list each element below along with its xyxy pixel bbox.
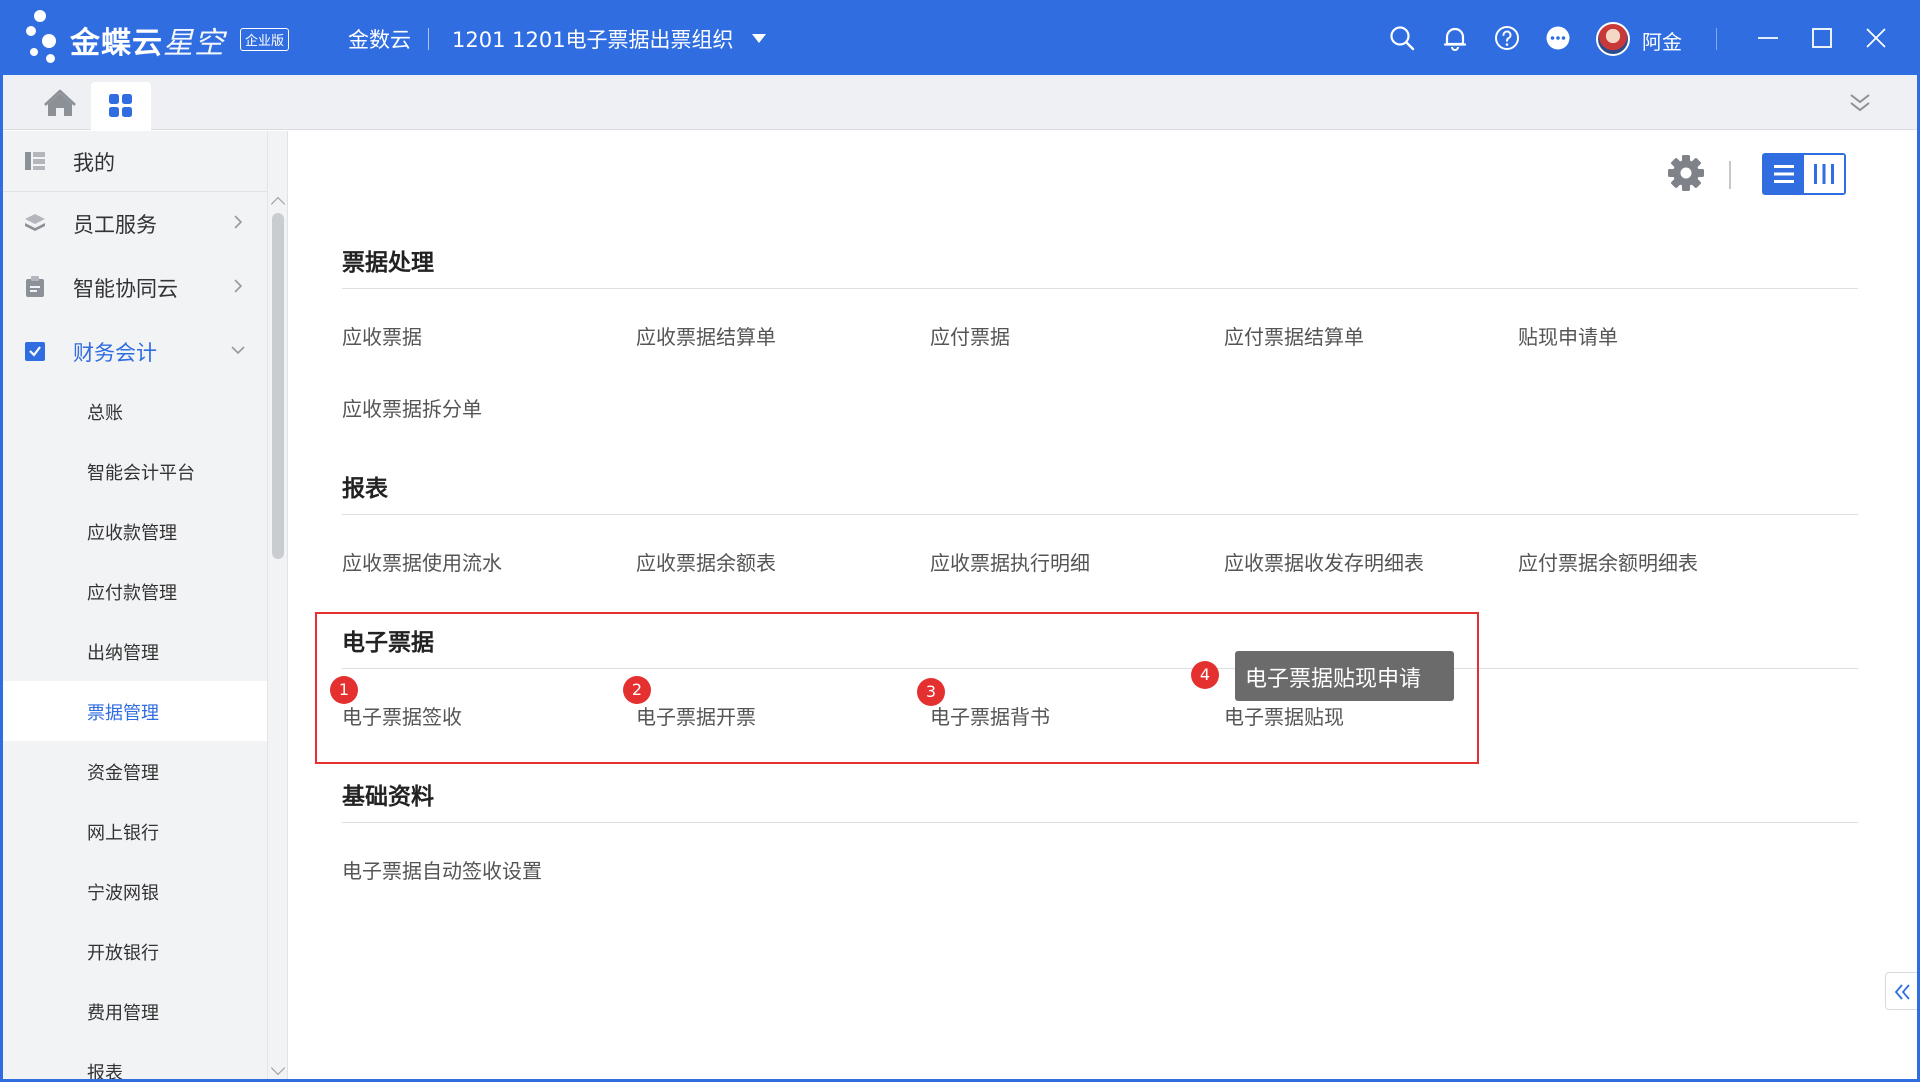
sidebar-item-mine[interactable]: 我的 — [3, 131, 267, 191]
scrollbar-thumb[interactable] — [272, 213, 284, 559]
org-dropdown-icon[interactable] — [752, 34, 766, 43]
view-toggle — [1762, 153, 1846, 195]
search-icon[interactable] — [1388, 24, 1416, 52]
sidebar-sub-fund-management[interactable]: 资金管理 — [3, 741, 267, 801]
sidebar-item-label: 员工服务 — [73, 213, 157, 237]
toolbar-divider — [1729, 161, 1731, 189]
link-receivable-bill[interactable]: 应收票据 — [342, 321, 422, 350]
link-ebill-auto-sign-settings[interactable]: 电子票据自动签收设置 — [342, 855, 542, 884]
sidebar-item-finance-accounting[interactable]: 财务会计 — [3, 321, 267, 381]
expand-panel-button[interactable] — [1885, 972, 1917, 1010]
step-badge-1: 1 — [330, 676, 358, 704]
brand-name: 金蝶云星空 — [70, 26, 225, 61]
sidebar-sub-expense[interactable]: 费用管理 — [3, 981, 267, 1041]
apps-tab[interactable] — [91, 82, 151, 130]
sidebar-item-label: 财务会计 — [73, 341, 157, 365]
columns-icon — [1814, 164, 1834, 184]
link-discount-application[interactable]: 贴现申请单 — [1518, 321, 1618, 350]
link-receivable-bill-split[interactable]: 应收票据拆分单 — [342, 393, 482, 422]
title-bar: 金蝶云星空 企业版 金数云 1201 1201电子票据出票组织 阿金 — [0, 0, 1920, 75]
sidebar-sub-smart-accounting[interactable]: 智能会计平台 — [3, 441, 267, 501]
sidebar: 我的 员工服务 智能协同云 财务会计 总账 智能会计平台 应收款管理 应付款管理… — [3, 131, 267, 1079]
close-icon[interactable] — [1862, 24, 1890, 52]
sidebar-sub-reports[interactable]: 报表 — [3, 1041, 267, 1079]
sidebar-sub-bill-management[interactable]: 票据管理 — [3, 681, 267, 741]
tab-bar — [3, 75, 1917, 130]
sidebar-item-smart-collab-cloud[interactable]: 智能协同云 — [3, 257, 267, 317]
layers-icon — [25, 214, 45, 231]
sidebar-sub-ningbo-bank[interactable]: 宁波网银 — [3, 861, 267, 921]
finance-check-icon — [25, 342, 45, 361]
sidebar-sub-receivables[interactable]: 应收款管理 — [3, 501, 267, 561]
scroll-down-icon[interactable] — [270, 1060, 286, 1076]
org-selector[interactable]: 1201 1201电子票据出票组织 — [452, 24, 734, 54]
help-icon[interactable] — [1493, 24, 1521, 52]
sidebar-sub-payables[interactable]: 应付款管理 — [3, 561, 267, 621]
clipboard-icon — [26, 276, 44, 297]
link-receivable-balance[interactable]: 应收票据余额表 — [636, 547, 776, 576]
step-badge-4: 4 — [1191, 661, 1219, 689]
cloud-label[interactable]: 金数云 — [348, 24, 411, 54]
user-name[interactable]: 阿金 — [1642, 26, 1682, 55]
section-title-bill-processing: 票据处理 — [342, 250, 434, 276]
title-divider — [428, 28, 429, 50]
section-divider — [342, 514, 1858, 515]
section-title-master-data: 基础资料 — [342, 784, 434, 810]
home-tab-icon[interactable] — [37, 85, 83, 123]
link-receivable-usage-flow[interactable]: 应收票据使用流水 — [342, 547, 502, 576]
section-title-reports: 报表 — [342, 476, 388, 502]
chevron-double-left-icon — [1894, 984, 1910, 1000]
chevron-right-icon — [234, 215, 243, 229]
avatar[interactable] — [1596, 22, 1630, 56]
link-receivable-bill-settlement[interactable]: 应收票据结算单 — [636, 321, 776, 350]
step-badge-3: 3 — [917, 678, 945, 706]
sidebar-item-label: 智能协同云 — [73, 277, 178, 301]
dashboard-icon — [25, 152, 45, 170]
sidebar-item-employee-services[interactable]: 员工服务 — [3, 193, 267, 253]
link-payable-bill[interactable]: 应付票据 — [930, 321, 1010, 350]
sidebar-sub-cashier[interactable]: 出纳管理 — [3, 621, 267, 681]
sidebar-scroll-cap — [267, 131, 287, 193]
list-icon — [1774, 165, 1794, 183]
bell-icon[interactable] — [1441, 24, 1469, 52]
title-divider-right — [1716, 28, 1717, 50]
edition-badge: 企业版 — [240, 28, 290, 51]
step-badge-2: 2 — [623, 676, 651, 704]
tooltip: 电子票据贴现申请 — [1235, 651, 1454, 701]
sidebar-sub-online-bank[interactable]: 网上银行 — [3, 801, 267, 861]
sidebar-divider — [3, 191, 267, 192]
more-icon[interactable] — [1544, 24, 1572, 52]
apps-grid-icon — [109, 94, 132, 117]
column-view-button[interactable] — [1804, 155, 1844, 193]
link-payable-bill-settlement[interactable]: 应付票据结算单 — [1224, 321, 1364, 350]
link-receivable-inventory-detail[interactable]: 应收票据收发存明细表 — [1224, 547, 1424, 576]
chevron-right-icon — [234, 279, 243, 293]
maximize-icon[interactable] — [1808, 24, 1836, 52]
section-divider — [342, 288, 1858, 289]
sidebar-item-label: 我的 — [73, 151, 115, 175]
chevron-down-icon — [231, 346, 245, 355]
gear-icon[interactable] — [1666, 153, 1706, 193]
main-content: 票据处理 应收票据 应收票据结算单 应付票据 应付票据结算单 贴现申请单 应收票… — [288, 131, 1917, 1079]
section-divider — [342, 822, 1858, 823]
sidebar-sub-open-bank[interactable]: 开放银行 — [3, 921, 267, 981]
sidebar-scrollbar[interactable] — [267, 193, 287, 1079]
app-logo: 金蝶云星空 企业版 — [22, 8, 302, 68]
sidebar-sub-general-ledger[interactable]: 总账 — [3, 381, 267, 441]
minimize-icon[interactable] — [1754, 24, 1782, 52]
list-view-button[interactable] — [1764, 155, 1804, 193]
link-payable-balance-detail[interactable]: 应付票据余额明细表 — [1518, 547, 1698, 576]
chevron-double-down-icon[interactable] — [1847, 89, 1873, 115]
link-receivable-execution-detail[interactable]: 应收票据执行明细 — [930, 547, 1090, 576]
scroll-up-icon[interactable] — [270, 196, 286, 212]
